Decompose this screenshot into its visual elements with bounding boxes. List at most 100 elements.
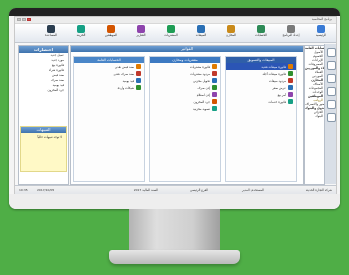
employees-icon bbox=[107, 25, 115, 33]
invoice-menu-label: إذن استلام bbox=[196, 92, 210, 97]
invoice-menu-label: فاتورة مشتريات bbox=[189, 64, 210, 69]
invoice-menu-item[interactable]: شيكات واردة bbox=[74, 84, 144, 91]
invoice-menu-item[interactable]: أمر بيع bbox=[226, 91, 296, 98]
ribbon-button-label: المشتريات bbox=[164, 33, 178, 37]
minimize-button[interactable] bbox=[17, 18, 21, 21]
invoice-menu-label: تسوية مخزنية bbox=[192, 106, 210, 111]
ribbon-button-8[interactable]: الخزينة bbox=[70, 25, 92, 41]
monitor-frame: برنامج المحاسبة الرئيسية إعداد البرنامج ال… bbox=[9, 8, 340, 209]
alert-text: لا توجد تنبيهات حالياً bbox=[37, 135, 62, 139]
alerts-box: التنبيهات لا توجد تنبيهات حالياً bbox=[20, 126, 67, 172]
invoice-menu-label: جرد المخزون bbox=[193, 99, 210, 104]
ribbon-button-7[interactable]: الموظفين bbox=[100, 25, 122, 41]
ribbon-button-5[interactable]: المشتريات bbox=[160, 25, 182, 41]
ribbon-button-3[interactable]: المخازن bbox=[220, 25, 242, 41]
ribbon-button-6[interactable]: التقارير bbox=[130, 25, 152, 41]
invoice-menu-label: فاتورة مبيعات نقدية bbox=[261, 64, 286, 69]
invoice-menu-label: أمر بيع bbox=[277, 92, 286, 97]
ribbon-button-2[interactable]: الحسابات bbox=[250, 25, 272, 41]
invoice-menu-item[interactable]: تسوية مخزنية bbox=[150, 105, 220, 112]
invoice-menu-item[interactable]: إذن صرف bbox=[150, 84, 220, 91]
lock-icon[interactable] bbox=[326, 113, 336, 122]
calendar-icon[interactable] bbox=[326, 61, 336, 70]
invoice-column: الحسابات العامة سند قبض نقدي سند صرف نقدي ق… bbox=[73, 56, 145, 182]
ribbon-button-label: الخزينة bbox=[76, 33, 86, 37]
invoice-menu-label: مردود مشتريات bbox=[190, 71, 210, 76]
shortcut-link[interactable]: جرد المخزون bbox=[19, 88, 68, 93]
invoice-menu-item[interactable]: فاتورة مشتريات bbox=[150, 63, 220, 70]
invoice-menu-item[interactable]: جرد المخزون bbox=[150, 98, 220, 105]
status-year: السنة المالية 2017 bbox=[133, 188, 158, 192]
status-company: شركة التجارة الحديثة bbox=[305, 188, 332, 192]
invoice-menu-item[interactable]: سند قبض نقدي bbox=[74, 63, 144, 70]
status-user: المستخدم: المدير bbox=[242, 188, 264, 192]
printer-icon[interactable] bbox=[326, 100, 336, 109]
invoice-column: المبيعات والتسويق فاتورة مبيعات نقدية فاتو… bbox=[225, 56, 297, 182]
main-panel: الفواتير المبيعات والتسويق فاتورة مبيعات … bbox=[70, 45, 304, 185]
monitor-chin bbox=[9, 194, 340, 209]
document-icon bbox=[212, 106, 217, 111]
accounts-icon bbox=[257, 25, 265, 33]
ribbon-button-label: الرئيسية bbox=[315, 33, 327, 37]
document-icon bbox=[288, 78, 293, 83]
settings-icon bbox=[287, 25, 295, 33]
invoice-menu-item[interactable]: قيد يومية bbox=[74, 77, 144, 84]
invoice-menu-label: سند صرف نقدي bbox=[113, 71, 135, 76]
title-bar: برنامج المحاسبة bbox=[15, 17, 336, 24]
document-icon bbox=[136, 85, 141, 90]
document-icon bbox=[136, 64, 141, 69]
document-icon bbox=[288, 64, 293, 69]
invoice-menu-label: مردود مبيعات bbox=[269, 78, 286, 83]
cash-icon bbox=[77, 25, 85, 33]
invoice-menu-item[interactable]: فاتورة مبيعات آجلة bbox=[226, 70, 296, 77]
shortcuts-header: اختصارات bbox=[19, 46, 68, 53]
monitor-bezel bbox=[9, 8, 340, 16]
backup-icon[interactable] bbox=[326, 87, 336, 96]
document-icon bbox=[212, 64, 217, 69]
status-date: 2017/10/05 bbox=[37, 188, 55, 192]
tree-node[interactable]: البنوك bbox=[305, 114, 324, 118]
invoice-menu-label: شيكات واردة bbox=[117, 85, 134, 90]
invoice-menu-item[interactable]: فاتورة خدمات bbox=[226, 98, 296, 105]
status-time: 10:35 bbox=[19, 188, 28, 192]
document-icon bbox=[212, 85, 217, 90]
maximize-button[interactable] bbox=[22, 18, 26, 21]
reports-icon bbox=[137, 25, 145, 33]
ribbon-button-label: الحسابات bbox=[255, 33, 267, 37]
ribbon-button-1[interactable]: إعداد البرنامج bbox=[280, 25, 302, 41]
user-icon[interactable] bbox=[326, 74, 336, 83]
ribbon-button-9[interactable]: المساعدة bbox=[40, 25, 62, 41]
invoice-menu-item[interactable]: فاتورة مبيعات نقدية bbox=[226, 63, 296, 70]
invoice-menu-label: تحويل مخزني bbox=[193, 78, 210, 83]
right-toolbar bbox=[324, 44, 336, 184]
invoice-menu-item[interactable]: مردود مبيعات bbox=[226, 77, 296, 84]
document-icon bbox=[288, 92, 293, 97]
invoice-menu-item[interactable]: إذن استلام bbox=[150, 91, 220, 98]
invoice-menu-item[interactable]: سند صرف نقدي bbox=[74, 70, 144, 77]
invoice-menu-label: إذن صرف bbox=[197, 85, 210, 90]
invoice-menu-label: عرض سعر bbox=[272, 85, 286, 90]
invoice-menu-item[interactable]: تحويل مخزني bbox=[150, 77, 220, 84]
document-icon bbox=[288, 71, 293, 76]
monitor-stand-neck bbox=[129, 209, 220, 253]
ribbon-button-label: الموظفين bbox=[104, 33, 118, 37]
invoice-menu-label: فاتورة مبيعات آجلة bbox=[262, 71, 286, 76]
sales-icon bbox=[197, 25, 205, 33]
document-icon bbox=[136, 78, 141, 83]
document-icon bbox=[288, 85, 293, 90]
warehouse-icon bbox=[227, 25, 235, 33]
calculator-icon[interactable] bbox=[326, 48, 336, 57]
home-icon bbox=[317, 25, 325, 33]
document-icon bbox=[288, 99, 293, 104]
ribbon-toolbar: الرئيسية إعداد البرنامج الحسابات المخازن الم… bbox=[15, 24, 336, 43]
invoice-menu-item[interactable]: عرض سعر bbox=[226, 84, 296, 91]
ribbon-button-0[interactable]: الرئيسية bbox=[310, 25, 332, 41]
close-button[interactable] bbox=[27, 18, 31, 21]
invoice-menu-item[interactable]: مردود مشتريات bbox=[150, 70, 220, 77]
document-icon bbox=[212, 99, 217, 104]
ribbon-button-4[interactable]: المبيعات bbox=[190, 25, 212, 41]
window-title: برنامج المحاسبة bbox=[311, 17, 332, 21]
help-icon bbox=[47, 25, 55, 33]
ribbon-button-label: إعداد البرنامج bbox=[282, 33, 300, 37]
shortcuts-panel: اختصارات عميل جديد مورد جديد فاتورة بيع فات… bbox=[18, 45, 69, 185]
